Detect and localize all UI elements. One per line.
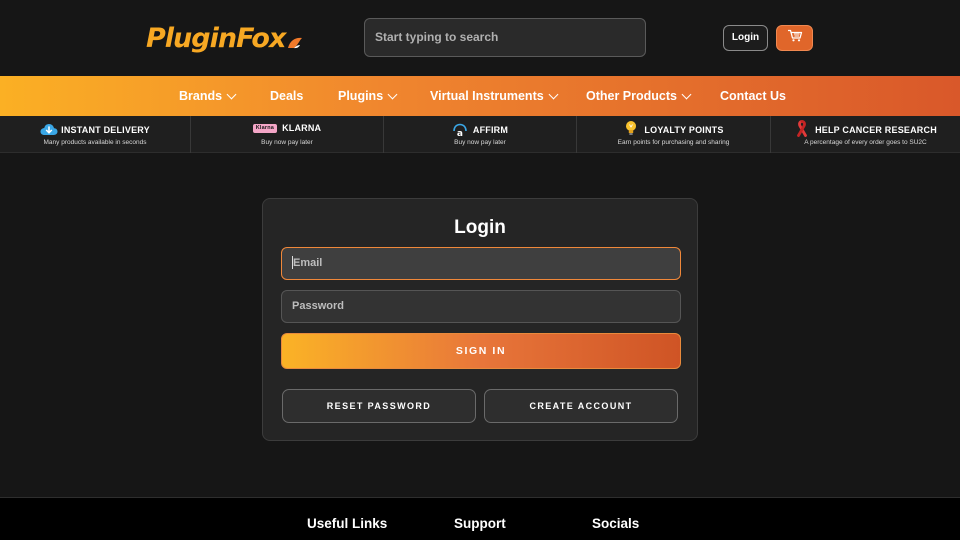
nav-item-label: Other Products: [586, 89, 677, 103]
main-nav: Brands Deals Plugins Virtual Instruments…: [0, 76, 960, 116]
login-button[interactable]: Login: [723, 25, 768, 51]
feature-subtitle: Earn points for purchasing and sharing: [617, 139, 730, 146]
cart-button[interactable]: [776, 25, 813, 51]
feature-subtitle: Buy now pay later: [454, 139, 506, 146]
feature-title: INSTANT DELIVERY: [61, 125, 150, 135]
site-logo[interactable]: PluginFox: [146, 20, 304, 56]
nav-item-label: Deals: [270, 89, 304, 103]
svg-text:a: a: [457, 129, 463, 137]
page-title: Login: [454, 217, 506, 238]
cart-icon: [787, 29, 803, 47]
nav-item-plugins[interactable]: Plugins: [338, 76, 398, 116]
nav-item-other-products[interactable]: Other Products: [586, 76, 692, 116]
feature-klarna[interactable]: Klarna KLARNA Buy now pay later: [190, 116, 383, 153]
feature-instant-delivery[interactable]: INSTANT DELIVERY Many products available…: [0, 116, 190, 153]
search-placeholder: Start typing to search: [375, 30, 499, 44]
feature-help-cancer-research[interactable]: HELP CANCER RESEARCH A percentage of eve…: [770, 116, 960, 153]
nav-item-virtual-instruments[interactable]: Virtual Instruments: [430, 76, 559, 116]
nav-item-label: Contact Us: [720, 89, 786, 103]
logo-text: PluginFox: [146, 22, 286, 54]
site-footer: Useful Links Support Socials: [0, 497, 960, 540]
nav-item-contact-us[interactable]: Contact Us: [720, 76, 786, 116]
email-field[interactable]: Email: [281, 247, 681, 280]
feature-subtitle: Buy now pay later: [261, 139, 313, 146]
nav-item-deals[interactable]: Deals: [270, 76, 303, 116]
nav-item-brands[interactable]: Brands: [179, 76, 237, 116]
site-header: PluginFox Start typing to search Login: [0, 0, 960, 76]
lightbulb-icon: [623, 121, 639, 137]
cloud-download-icon: [40, 123, 58, 137]
reset-password-button[interactable]: RESET PASSWORD: [282, 389, 476, 423]
feature-title: AFFIRM: [472, 125, 509, 135]
password-field[interactable]: Password: [281, 290, 681, 323]
footer-heading-socials: Socials: [592, 516, 640, 531]
chevron-down-icon: [387, 89, 398, 99]
feature-title: KLARNA: [282, 123, 322, 133]
login-card: Login Email Password SIGN IN RESET PASSW…: [262, 198, 698, 441]
footer-heading-useful-links: Useful Links: [307, 516, 388, 531]
password-placeholder: Password: [292, 300, 344, 312]
footer-heading-support: Support: [454, 516, 506, 531]
email-placeholder: Email: [293, 257, 323, 269]
affirm-logo-icon: a: [452, 123, 468, 139]
fox-tail-icon: [286, 34, 304, 52]
feature-subtitle: Many products available in seconds: [43, 139, 147, 146]
chevron-down-icon: [226, 89, 237, 99]
feature-title: HELP CANCER RESEARCH: [815, 125, 937, 135]
feature-subtitle: A percentage of every order goes to SU2C: [804, 139, 927, 146]
chevron-down-icon: [548, 89, 559, 99]
klarna-logo-icon: Klarna: [252, 123, 278, 133]
features-bar: INSTANT DELIVERY Many products available…: [0, 116, 960, 153]
nav-item-label: Virtual Instruments: [430, 89, 544, 103]
feature-loyalty-points[interactable]: LOYALTY POINTS Earn points for purchasin…: [576, 116, 770, 153]
nav-item-label: Brands: [179, 89, 223, 103]
feature-affirm[interactable]: a AFFIRM Buy now pay later: [383, 116, 576, 153]
create-account-button[interactable]: CREATE ACCOUNT: [484, 389, 678, 423]
chevron-down-icon: [681, 89, 692, 99]
ribbon-icon: [794, 120, 810, 137]
sign-in-button[interactable]: SIGN IN: [281, 333, 681, 369]
search-input[interactable]: Start typing to search: [364, 18, 646, 57]
feature-title: LOYALTY POINTS: [644, 125, 724, 135]
nav-item-label: Plugins: [338, 89, 384, 103]
